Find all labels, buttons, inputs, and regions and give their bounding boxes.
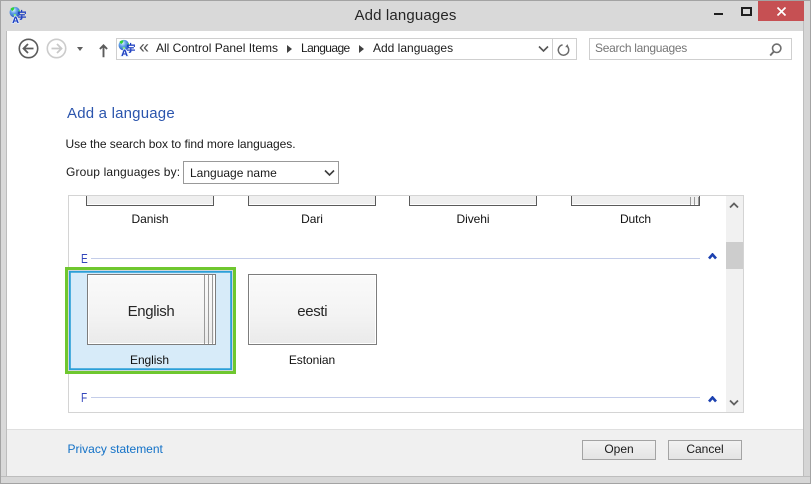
svg-text:A: A [121,48,128,57]
svg-text:A: A [12,15,19,24]
